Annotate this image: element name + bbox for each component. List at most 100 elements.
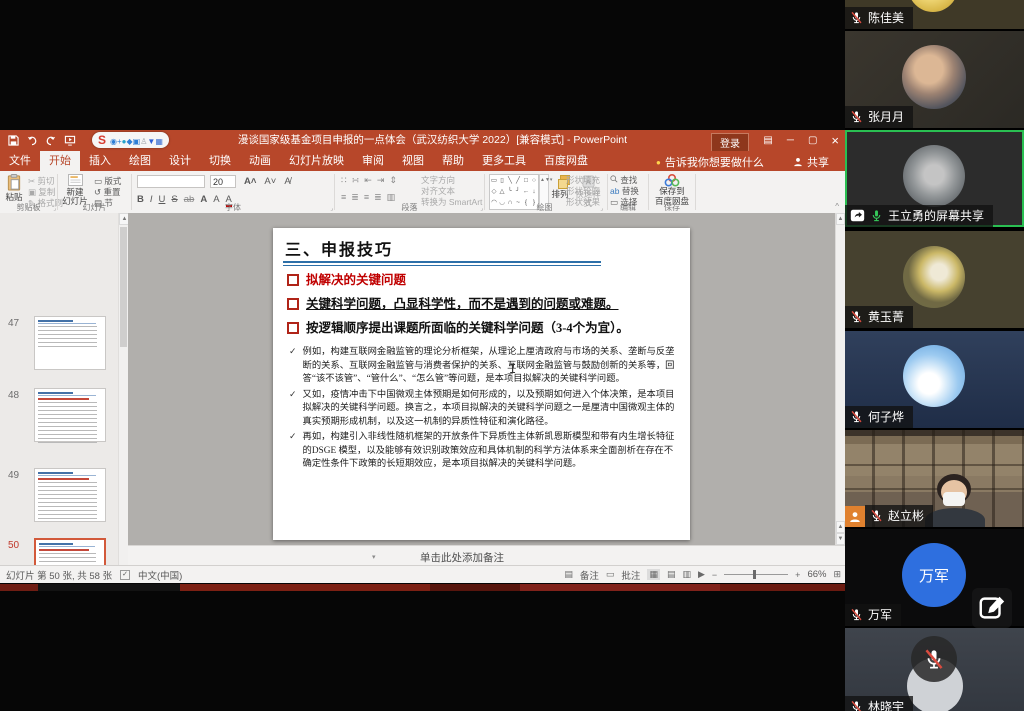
checkmark-icon: ✓: [289, 389, 297, 430]
clear-formatting-icon[interactable]: A̸: [284, 176, 290, 187]
ribbon-tab[interactable]: 绘图: [120, 151, 160, 171]
normal-view-icon[interactable]: ▦: [647, 569, 660, 580]
square-bullet-icon: [287, 298, 299, 310]
minimize-icon[interactable]: ─: [787, 135, 794, 146]
fit-to-window-icon[interactable]: ⊞: [833, 569, 841, 580]
login-button[interactable]: 登录: [711, 133, 749, 153]
participant-tile[interactable]: 张月月: [845, 31, 1024, 128]
reading-view-icon[interactable]: ▥: [682, 569, 691, 580]
ribbon-tab[interactable]: 幻灯片放映: [280, 151, 353, 171]
list-indent-icon[interactable]: ∺: [352, 175, 360, 186]
shape-icon[interactable]: ◇: [492, 187, 497, 197]
shape-effects-button[interactable]: 形状效果: [566, 196, 600, 208]
ribbon-tab[interactable]: 审阅: [353, 151, 393, 171]
paste-button[interactable]: 粘贴: [2, 174, 26, 202]
group-editing: 查找 ab 替换 ▭ 选择 编辑: [608, 171, 648, 213]
save-icon[interactable]: [8, 135, 19, 146]
undo-icon[interactable]: [26, 135, 38, 146]
comments-toggle[interactable]: 批注: [621, 568, 640, 582]
collapse-ribbon-icon[interactable]: ^: [835, 202, 839, 211]
language-status[interactable]: 中文(中国): [138, 568, 182, 582]
shape-icon[interactable]: ←: [523, 187, 530, 197]
participant-tile[interactable]: 陈佳美: [845, 0, 1024, 29]
scrollbar-thumb[interactable]: [120, 227, 127, 347]
list-indent-icon[interactable]: ⇥: [377, 175, 385, 186]
scroll-up-icon[interactable]: ▲: [836, 213, 845, 225]
ribbon-tab[interactable]: 插入: [80, 151, 120, 171]
participant-tile[interactable]: 王立勇的屏幕共享: [845, 130, 1024, 227]
grow-font-icon[interactable]: A˄: [244, 176, 256, 187]
shape-icon[interactable]: ╯: [516, 187, 520, 197]
slide-thumbnail[interactable]: [34, 316, 106, 370]
zoom-level[interactable]: 66%: [807, 569, 826, 580]
notes-toggle[interactable]: 备注: [580, 568, 599, 582]
participant-tile[interactable]: 林晓宇: [845, 628, 1024, 711]
participant-tile[interactable]: 黄玉菁: [845, 231, 1024, 328]
list-indent-icon[interactable]: ⇤: [364, 175, 372, 186]
canvas-scrollbar[interactable]: ▲ ▲ ▼: [835, 213, 845, 545]
shape-icon[interactable]: ╰: [508, 187, 512, 197]
thumbnails-scrollbar[interactable]: ▲: [118, 213, 128, 565]
maximize-icon[interactable]: ▢: [808, 135, 817, 146]
slide-thumbnail[interactable]: [34, 388, 106, 442]
list-indent-icon[interactable]: ⇕: [389, 175, 397, 186]
floating-toolbar-icon[interactable]: ▦: [155, 137, 163, 146]
ribbon-tab[interactable]: 切换: [200, 151, 240, 171]
shape-icon[interactable]: ○: [532, 176, 536, 186]
ribbon-tab[interactable]: 动画: [240, 151, 280, 171]
shape-icon[interactable]: △: [500, 187, 505, 197]
share-button[interactable]: 共享: [783, 151, 839, 173]
shrink-font-icon[interactable]: A˅: [264, 176, 276, 187]
annotation-tool-button[interactable]: [972, 588, 1012, 628]
paragraph-dialog-launcher-icon[interactable]: ⌟: [480, 205, 483, 212]
mic-muted-icon: [850, 410, 863, 423]
next-slide-icon[interactable]: ▼: [836, 533, 845, 545]
spellcheck-icon[interactable]: ✓: [120, 570, 130, 580]
zoom-out-icon[interactable]: −: [712, 570, 717, 580]
ribbon-tab[interactable]: 视图: [393, 151, 433, 171]
notes-toggle-icon[interactable]: ▤: [564, 569, 573, 580]
slide-number-status[interactable]: 幻灯片 第 50 张, 共 58 张: [6, 568, 112, 582]
ribbon-tab[interactable]: 更多工具: [473, 151, 535, 171]
shape-icon[interactable]: ▭: [491, 176, 497, 186]
ribbon-tab[interactable]: 开始: [40, 151, 80, 171]
font-dialog-launcher-icon[interactable]: ⌟: [330, 205, 333, 212]
ribbon-tab[interactable]: 百度网盘: [535, 151, 597, 171]
ribbon-tab[interactable]: 文件: [0, 151, 40, 171]
font-name-input[interactable]: [137, 175, 205, 188]
clipboard-dialog-launcher-icon[interactable]: ⌟: [53, 205, 56, 212]
zoom-slider[interactable]: [724, 574, 788, 575]
start-slideshow-icon[interactable]: [64, 135, 76, 146]
redo-icon[interactable]: [45, 135, 57, 146]
comments-toggle-icon[interactable]: ▭: [606, 569, 615, 580]
ribbon-display-options-icon[interactable]: ▤: [763, 135, 772, 146]
font-size-input[interactable]: [210, 175, 236, 188]
close-icon[interactable]: ×: [831, 133, 839, 148]
slide-thumbnail[interactable]: [34, 468, 106, 522]
drawing-dialog-launcher-icon[interactable]: ⌟: [600, 205, 603, 212]
slide-thumbnail[interactable]: [34, 538, 106, 565]
previous-slide-icon[interactable]: ▲: [836, 521, 845, 533]
shape-icon[interactable]: ↓: [532, 187, 535, 197]
notes-placeholder[interactable]: 单击此处添加备注: [420, 550, 504, 565]
ribbon-tab[interactable]: 设计: [160, 151, 200, 171]
slide[interactable]: 三、申报技巧 拟解决的关键问题关键科学问题，凸显科学性，而不是遇到的问题或难题。…: [273, 228, 690, 540]
list-indent-icon[interactable]: ∷: [341, 175, 347, 186]
participant-tile[interactable]: 赵立彬: [845, 430, 1024, 527]
zoom-slider-thumb[interactable]: [753, 570, 756, 579]
slide-sorter-view-icon[interactable]: ▤: [667, 569, 676, 580]
ribbon-tab[interactable]: 帮助: [433, 151, 473, 171]
shape-icon[interactable]: ╱: [516, 176, 520, 186]
notes-splitter-icon[interactable]: ▾: [372, 553, 376, 561]
tell-me-box[interactable]: ● 告诉我你想要做什么: [648, 151, 772, 173]
participant-tile[interactable]: 何子烨: [845, 331, 1024, 428]
meeting-floating-toolbar[interactable]: S ◉+●◆▣♙▼▦: [92, 132, 169, 148]
notes-pane[interactable]: ▾ 单击此处添加备注: [128, 545, 845, 566]
slideshow-view-icon[interactable]: ▶: [698, 569, 705, 580]
floating-toolbar-icon[interactable]: ◉: [110, 137, 117, 146]
zoom-in-icon[interactable]: +: [795, 570, 800, 580]
replace-icon: ab: [610, 186, 619, 196]
shape-icon[interactable]: □: [524, 176, 528, 186]
shape-icon[interactable]: ╲: [508, 176, 512, 186]
shape-icon[interactable]: ▯: [500, 176, 504, 186]
